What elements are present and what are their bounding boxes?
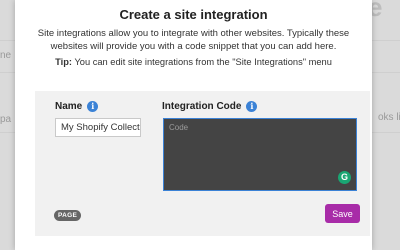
info-icon[interactable]: i [87,101,99,112]
background-text: pa [0,114,12,125]
modal-tip: Tip: You can edit site integrations from… [25,57,362,67]
background-text: oks lik [378,112,400,123]
name-label: Name i [55,101,99,112]
code-placeholder: Code [169,123,189,132]
modal-title: Create a site integration [119,7,268,22]
info-icon[interactable]: i [246,101,258,112]
grammarly-icon[interactable]: G [338,171,351,184]
create-integration-modal: Create a site integration Site integrati… [15,0,372,250]
page-badge: PAGE [54,210,82,221]
background-text: ne [0,50,12,61]
integration-form: Name i Integration Code i My Shopify Col… [35,91,370,236]
tip-label: Tip: [55,57,73,67]
name-label-text: Name [55,101,83,112]
integration-code-textarea[interactable]: Code G [163,118,357,191]
integration-code-label-text: Integration Code [162,101,242,112]
integration-code-label: Integration Code i [162,101,258,112]
tip-text: You can edit site integrations from the … [74,57,332,67]
name-input[interactable]: My Shopify Collect [55,118,141,137]
save-button[interactable]: Save [325,204,360,223]
modal-description: Site integrations allow you to integrate… [37,28,350,52]
